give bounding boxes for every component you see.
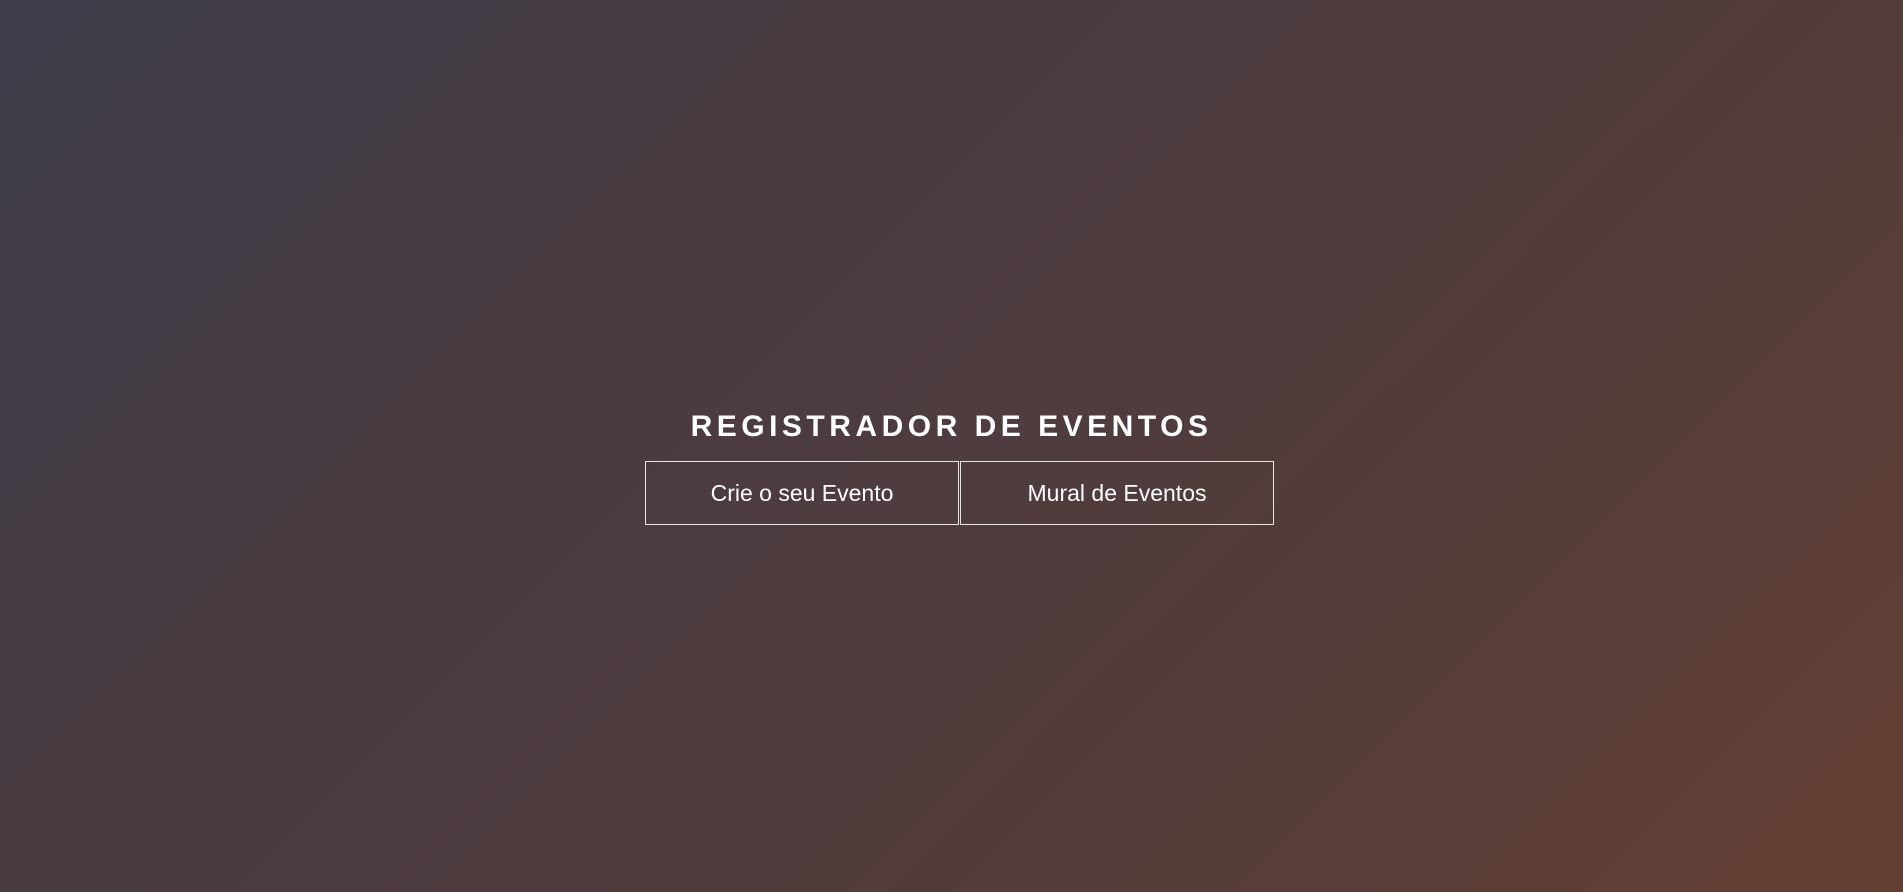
event-board-button[interactable]: Mural de Eventos [960,461,1274,525]
create-event-button[interactable]: Crie o seu Evento [645,461,959,525]
page-title: REGISTRADOR DE EVENTOS [690,410,1213,443]
hero-section: REGISTRADOR DE EVENTOS Crie o seu Evento… [0,0,1903,892]
action-button-group: Crie o seu Evento Mural de Eventos [645,461,1274,525]
